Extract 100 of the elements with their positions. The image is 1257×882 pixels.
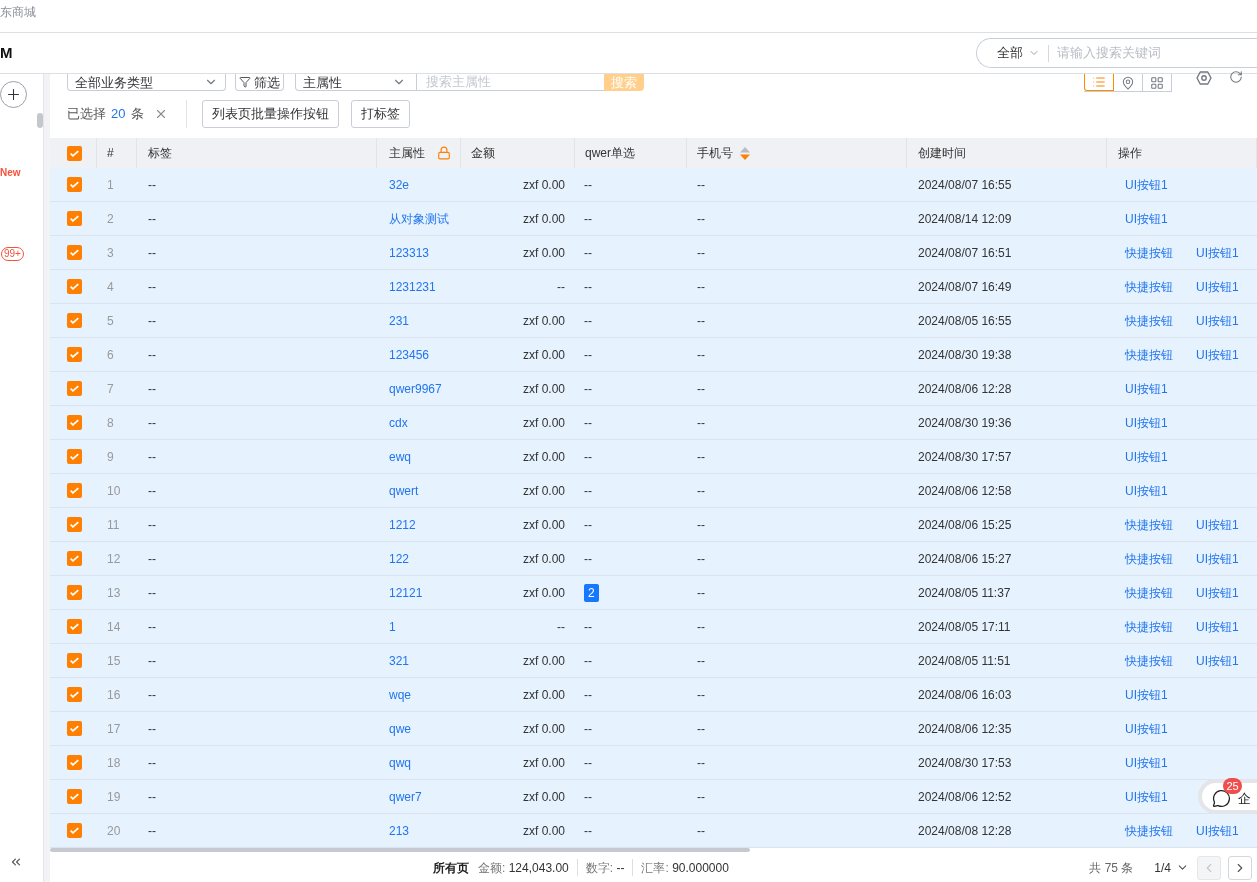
option-tag: 2 (584, 583, 599, 602)
amount-text: zxf 0.00 (522, 244, 565, 262)
page-title: 东商城 (0, 4, 36, 20)
cell-text: -- (697, 482, 705, 500)
cell-text: -- (697, 788, 705, 806)
selection-unit: 条 (131, 105, 145, 124)
date-text: 2024/08/06 12:58 (918, 482, 1012, 500)
cell-text: -- (697, 516, 705, 534)
cell-text: -- (584, 414, 592, 432)
cell-text: -- (584, 788, 592, 806)
row-number: 15 (107, 652, 121, 670)
row-number: 14 (107, 618, 121, 636)
column-header: 操作 (1118, 145, 1142, 162)
selection-count: 20 (111, 105, 126, 124)
summary-scope: 所有页 (433, 859, 469, 877)
amount-text: zxf 0.00 (522, 414, 565, 432)
cell-text: -- (148, 346, 156, 364)
new-label: New (0, 167, 21, 179)
count-badge: 99+ (1, 247, 24, 261)
cell-text: -- (584, 176, 592, 194)
date-text: 2024/08/06 12:52 (918, 788, 1012, 806)
cell-text: -- (697, 278, 705, 296)
cell-text: -- (148, 652, 156, 670)
date-text: 2024/08/06 16:03 (918, 686, 1012, 704)
column-header: 主属性 (389, 145, 425, 162)
column-header: 标签 (148, 145, 172, 162)
amount-text: zxf 0.00 (522, 346, 565, 364)
cell-text: -- (148, 788, 156, 806)
cell-text: -- (584, 244, 592, 262)
cell-text: -- (584, 618, 592, 636)
cell-text: -- (584, 380, 592, 398)
cell-text: -- (584, 822, 592, 840)
summary-stat: 金额: 124,043.00 (478, 859, 569, 877)
amount-text: zxf 0.00 (522, 482, 565, 500)
cell-text: -- (697, 652, 705, 670)
amount-text: zxf 0.00 (522, 788, 565, 806)
date-text: 2024/08/05 17:11 (918, 618, 1011, 636)
total-count: 共 75 条 (1089, 859, 1134, 877)
date-text: 2024/08/06 15:25 (918, 516, 1012, 534)
row-number: 6 (107, 346, 114, 364)
selection-label: 已选择 (67, 105, 106, 124)
amount-text: zxf 0.00 (522, 448, 565, 466)
column-header: # (107, 145, 114, 162)
row-number: 13 (107, 584, 121, 602)
cell-text: -- (584, 312, 592, 330)
row-number: 9 (107, 448, 114, 466)
cell-text: -- (584, 482, 592, 500)
cell-text: -- (697, 346, 705, 364)
date-text: 2024/08/30 19:38 (918, 346, 1012, 364)
cell-text: -- (584, 550, 592, 568)
cell-text: -- (697, 720, 705, 738)
cell-text: -- (697, 244, 705, 262)
cell-text: -- (697, 550, 705, 568)
row-number: 2 (107, 210, 114, 228)
row-number: 8 (107, 414, 114, 432)
date-text: 2024/08/06 15:27 (918, 550, 1012, 568)
amount-text: zxf 0.00 (522, 652, 565, 670)
column-header: 金额 (471, 145, 495, 162)
cell-text: -- (148, 210, 156, 228)
cell-text: -- (148, 550, 156, 568)
app-logo: M (0, 42, 13, 63)
cell-text: -- (584, 278, 592, 296)
cell-text: -- (584, 686, 592, 704)
date-text: 2024/08/08 12:28 (918, 822, 1012, 840)
amount-text: zxf 0.00 (522, 550, 565, 568)
cell-text: -- (697, 210, 705, 228)
cell-text: -- (697, 686, 705, 704)
cell-text: -- (148, 176, 156, 194)
date-text: 2024/08/07 16:55 (918, 176, 1012, 194)
column-header: qwer单选 (585, 145, 635, 162)
amount-text: zxf 0.00 (522, 516, 565, 534)
amount-text: zxf 0.00 (522, 720, 565, 738)
cell-text: -- (584, 448, 592, 466)
date-text: 2024/08/05 16:55 (918, 312, 1012, 330)
cell-text: -- (148, 754, 156, 772)
amount-text: zxf 0.00 (522, 312, 565, 330)
cell-text: -- (584, 210, 592, 228)
cell-text: -- (148, 686, 156, 704)
cell-text: -- (148, 482, 156, 500)
row-number: 1 (107, 176, 114, 194)
date-text: 2024/08/07 16:49 (918, 278, 1012, 296)
row-number: 16 (107, 686, 121, 704)
cell-text: -- (148, 448, 156, 466)
date-text: 2024/08/14 12:09 (918, 210, 1012, 228)
row-number: 7 (107, 380, 114, 398)
cell-text: -- (697, 312, 705, 330)
row-number: 3 (107, 244, 114, 262)
summary-stat: 数字: -- (585, 859, 625, 877)
cell-text: -- (148, 414, 156, 432)
cell-text: -- (697, 618, 705, 636)
row-number: 18 (107, 754, 121, 772)
row-number: 20 (107, 822, 121, 840)
amount-text: -- (557, 618, 565, 636)
amount-text: zxf 0.00 (522, 754, 565, 772)
cell-text: -- (584, 516, 592, 534)
cell-text: -- (148, 584, 156, 602)
amount-text: zxf 0.00 (522, 210, 565, 228)
cell-text: -- (697, 584, 705, 602)
date-text: 2024/08/07 16:51 (918, 244, 1012, 262)
date-text: 2024/08/30 19:36 (918, 414, 1012, 432)
